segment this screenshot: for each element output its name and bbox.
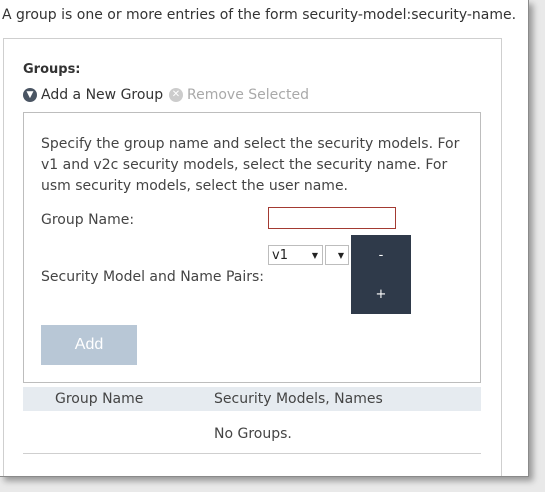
group-name-label: Group Name:	[41, 212, 135, 228]
dialog-frame: A group is one or more entries of the fo…	[0, 0, 529, 477]
security-pairs-label: Security Model and Name Pairs:	[41, 269, 265, 285]
groups-table-header: Group Name Security Models, Names	[23, 387, 481, 411]
add-group-button[interactable]: Add	[41, 325, 137, 365]
x-circle-icon: ✕	[169, 88, 183, 102]
security-model-value: v1	[272, 247, 288, 263]
add-pair-button[interactable]: +	[351, 287, 411, 302]
column-header-group-name[interactable]: Group Name	[55, 391, 143, 407]
intro-text: A group is one or more entries of the fo…	[2, 7, 517, 23]
remove-selected-label: Remove Selected	[187, 87, 309, 103]
chevron-down-icon: ▼	[311, 250, 318, 260]
add-new-group-label: Add a New Group	[41, 87, 164, 103]
table-divider	[23, 453, 481, 454]
remove-pair-button[interactable]: -	[351, 248, 411, 263]
add-new-group-action[interactable]: ▼ Add a New Group	[23, 87, 163, 103]
security-name-select[interactable]: ▼	[325, 245, 349, 265]
column-header-security-models[interactable]: Security Models, Names	[214, 391, 383, 407]
chevron-down-circle-icon: ▼	[23, 88, 37, 102]
group-name-input[interactable]	[268, 207, 396, 229]
groups-heading: Groups:	[23, 62, 81, 77]
pair-controls: - +	[351, 235, 411, 314]
security-model-select[interactable]: v1 ▼	[268, 245, 323, 265]
chevron-down-icon: ▼	[337, 250, 344, 260]
form-description: Specify the group name and select the se…	[41, 136, 460, 194]
empty-table-message: No Groups.	[214, 426, 292, 442]
remove-selected-action[interactable]: ✕ Remove Selected	[169, 87, 309, 103]
